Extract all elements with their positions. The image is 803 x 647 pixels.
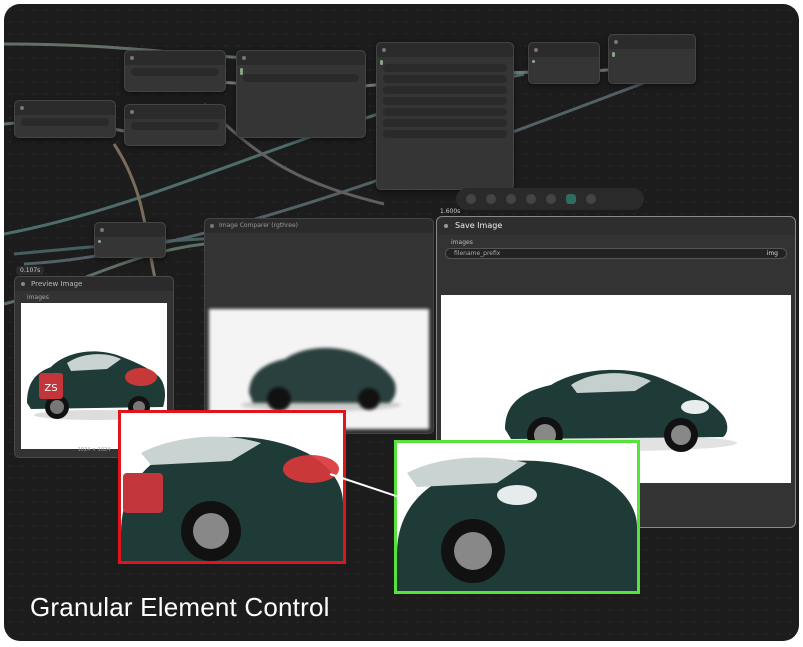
before-zoom-crop — [118, 410, 346, 564]
node-header — [529, 43, 599, 57]
node-row — [383, 97, 507, 105]
node-row — [383, 119, 507, 127]
vae-node[interactable] — [94, 222, 166, 258]
node-row — [243, 74, 359, 82]
record-icon[interactable] — [486, 194, 496, 204]
node-header — [237, 51, 365, 65]
caption: Granular Element Control — [30, 592, 330, 622]
after-zoom-crop — [394, 440, 640, 594]
vae-decode-node[interactable] — [528, 42, 600, 84]
node-row — [383, 108, 507, 116]
node-port[interactable] — [609, 51, 695, 57]
node-port[interactable] — [237, 69, 365, 75]
text-encode-node-1[interactable] — [124, 50, 226, 92]
settings-icon[interactable] — [466, 194, 476, 204]
node-title[interactable]: Save Image — [437, 217, 795, 235]
node-row — [21, 118, 109, 126]
stop-icon[interactable] — [506, 194, 516, 204]
image-output-node[interactable] — [608, 34, 696, 84]
images-input-label: images — [451, 239, 473, 246]
filename-prefix-field[interactable]: filename_prefix img — [445, 248, 787, 259]
car-logo-text: ZS — [44, 383, 57, 394]
node-header — [125, 51, 225, 65]
images-input-label: images — [27, 294, 49, 301]
ksampler-node[interactable] — [376, 42, 514, 190]
node-row — [383, 86, 507, 94]
node-header — [95, 223, 165, 237]
filename-prefix-label: filename_prefix — [454, 250, 501, 257]
queue-icon[interactable] — [526, 194, 536, 204]
filename-prefix-value: img — [766, 250, 778, 257]
node-title[interactable]: Image Comparer (rgthree) — [205, 219, 433, 233]
model-conditioning-node[interactable] — [236, 50, 366, 138]
node-header — [609, 35, 695, 49]
node-row — [131, 68, 219, 76]
node-port[interactable] — [377, 59, 513, 65]
node-header — [377, 43, 513, 57]
node-row — [383, 75, 507, 83]
image-comparer-node[interactable]: Image Comparer (rgthree) — [204, 218, 434, 434]
execution-time-badge: 1.600s — [440, 208, 461, 215]
canvas-toolbar — [456, 188, 644, 210]
node-row — [383, 130, 507, 138]
node-row — [383, 64, 507, 72]
node-header — [15, 101, 115, 115]
play-icon[interactable] — [566, 194, 576, 204]
node-row — [131, 122, 219, 130]
node-header — [125, 105, 225, 119]
node-port[interactable] — [529, 57, 599, 63]
node-port[interactable] — [95, 237, 165, 243]
execution-time-badge: 0.107s — [16, 266, 45, 275]
list-icon[interactable] — [546, 194, 556, 204]
workflow-canvas[interactable]: 0.107s Preview Image images ZS 1024 × 10… — [4, 4, 799, 641]
more-icon[interactable] — [586, 194, 596, 204]
text-encode-node-2[interactable] — [124, 104, 226, 146]
conditioning-node[interactable] — [14, 100, 116, 138]
node-title[interactable]: Preview Image — [15, 277, 173, 291]
